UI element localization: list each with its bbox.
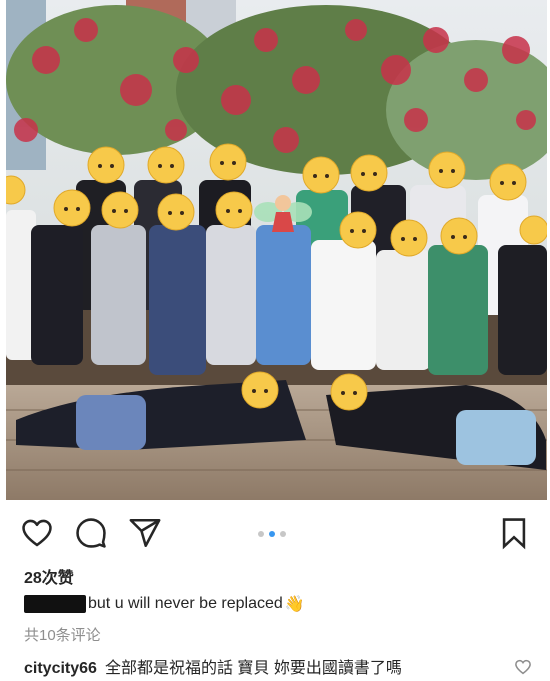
comment-row: citycity66 全部都是祝福的話 寶貝 妳要出國讀書了嗎: [24, 654, 402, 678]
comment-heart-icon[interactable]: [514, 658, 532, 676]
like-count[interactable]: 28次赞: [24, 564, 74, 588]
send-icon[interactable]: [128, 516, 162, 550]
group-photo-image: [6, 0, 547, 500]
bookmark-icon[interactable]: [499, 516, 529, 550]
post-photo[interactable]: [6, 0, 547, 500]
carousel-dot: [280, 531, 286, 537]
post-caption: but u will never be replaced 👋: [24, 594, 305, 614]
comment-username[interactable]: citycity66: [24, 660, 97, 677]
comment-icon[interactable]: [74, 516, 108, 550]
waving-hand-emoji: 👋: [284, 596, 305, 613]
view-all-comments-link[interactable]: 共10条评论: [24, 624, 101, 645]
carousel-dot: [258, 531, 264, 537]
caption-text: but u will never be replaced: [88, 595, 283, 612]
heart-icon[interactable]: [20, 516, 54, 550]
comment-text: 全部都是祝福的話 寶貝 妳要出國讀書了嗎: [104, 660, 402, 677]
carousel-dot-active: [269, 531, 275, 537]
carousel-indicator: [258, 531, 286, 537]
redacted-username: [24, 595, 86, 613]
